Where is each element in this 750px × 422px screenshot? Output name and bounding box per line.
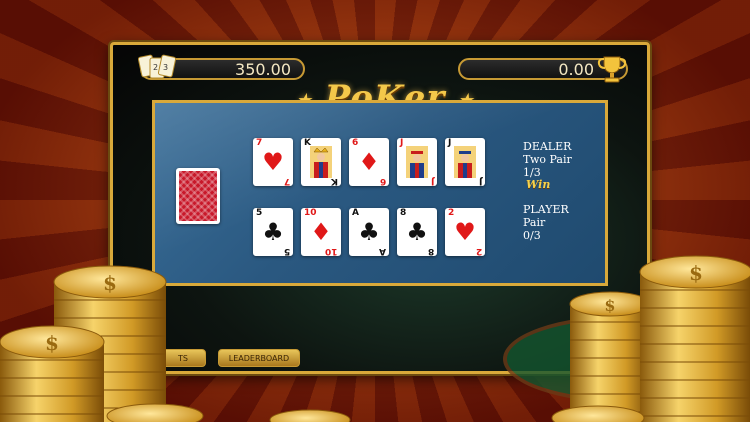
card-rank: 10 [325, 246, 338, 256]
card-rank: 7 [256, 138, 263, 148]
deck-card-back[interactable] [176, 168, 220, 224]
card-rank: A [379, 246, 386, 256]
king-face-icon [310, 146, 332, 178]
heart-icon: ♥ [262, 148, 284, 176]
diamond-icon: ♦ [358, 148, 380, 176]
club-icon: ♣ [262, 218, 284, 246]
leaderboard-button-label: LEADERBOARD [228, 353, 290, 363]
player-hand: Pair [523, 216, 546, 229]
card-rank: 8 [427, 246, 434, 256]
win-badge: Win [526, 178, 551, 191]
jack-face-icon [454, 146, 476, 178]
dealer-hand: Two Pair [523, 153, 572, 166]
trophy-icon [597, 56, 627, 83]
dealer-card-1[interactable]: 7 ♥ 7 [253, 138, 293, 186]
svg-text:2: 2 [153, 63, 158, 72]
winnings-value: 0.00 [558, 59, 594, 79]
dealer-card-2[interactable]: K K [301, 138, 341, 186]
stats-button-label: TS [178, 353, 188, 363]
stats-button[interactable]: TS [160, 349, 206, 367]
player-card-1[interactable]: 5 ♣ 5 [253, 208, 293, 256]
player-card-4[interactable]: 8 ♣ 8 [397, 208, 437, 256]
diamond-icon: ♦ [310, 218, 332, 246]
player-card-5[interactable]: 2 ♥ 2 [445, 208, 485, 256]
dealer-info: DEALER Two Pair 1/3 [523, 140, 572, 179]
dealer-card-4[interactable]: J J [397, 138, 437, 186]
svg-text:3: 3 [163, 63, 168, 72]
card-rank: 2 [475, 246, 482, 256]
club-icon: ♣ [406, 218, 428, 246]
player-title: PLAYER [523, 203, 569, 216]
card-rank: J [448, 138, 452, 148]
card-rank: A [352, 208, 359, 218]
game-panel [152, 100, 608, 286]
card-rank: J [478, 176, 482, 186]
player-info: PLAYER Pair 0/3 [523, 203, 569, 242]
chips-value: 350.00 [235, 59, 291, 79]
heart-icon: ♥ [454, 218, 476, 246]
casino-table-decoration [503, 315, 750, 403]
card-rank: 10 [304, 208, 317, 218]
card-rank: K [331, 176, 338, 186]
leaderboard-button[interactable]: LEADERBOARD [218, 349, 300, 367]
chips-icon: 2 3 [137, 54, 177, 79]
card-rank: J [400, 138, 404, 148]
card-rank: 2 [448, 208, 455, 218]
dealer-card-3[interactable]: 6 ♦ 6 [349, 138, 389, 186]
card-back-pattern [179, 171, 217, 221]
dealer-title: DEALER [523, 140, 572, 153]
card-rank: 5 [256, 208, 263, 218]
card-rank: 7 [283, 176, 290, 186]
card-rank: 6 [379, 176, 386, 186]
card-rank: 5 [283, 246, 290, 256]
card-rank: 6 [352, 138, 359, 148]
card-rank: J [430, 176, 434, 186]
player-card-2[interactable]: 10 ♦ 10 [301, 208, 341, 256]
player-card-3[interactable]: A ♣ A [349, 208, 389, 256]
club-icon: ♣ [358, 218, 380, 246]
dealer-card-5[interactable]: J J [445, 138, 485, 186]
jack-face-icon [406, 146, 428, 178]
card-rank: 8 [400, 208, 407, 218]
player-score: 0/3 [523, 229, 541, 242]
